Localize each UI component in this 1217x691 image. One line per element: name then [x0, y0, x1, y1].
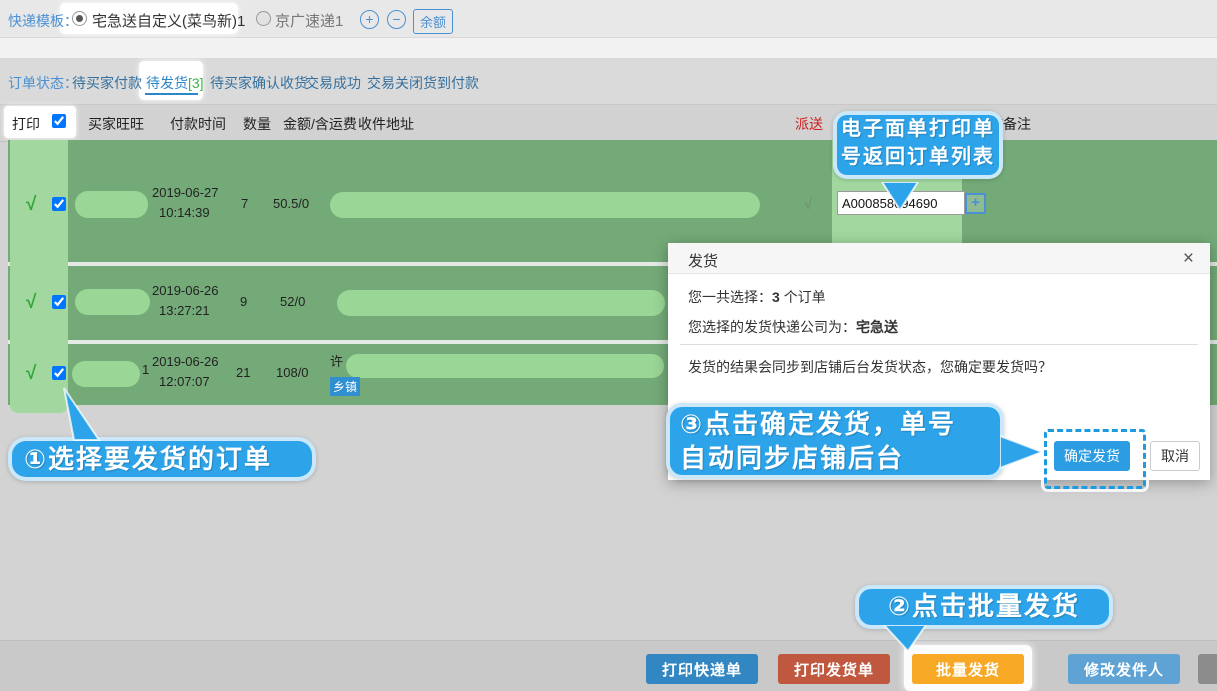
active-tab-underline [145, 93, 198, 95]
add-tracking-icon[interactable]: + [965, 193, 986, 214]
header-print: 打印 [12, 114, 40, 134]
quantity: 7 [241, 196, 248, 211]
cancel-button[interactable]: 取消 [1150, 441, 1200, 471]
courier-label: 您选择的发货快递公司为： [688, 319, 856, 335]
tab-count-badge: [3] [188, 75, 204, 91]
quantity: 9 [240, 294, 247, 309]
tab-awaiting-confirm[interactable]: 待买家确认收货 [210, 73, 308, 93]
address-prefix: 许 [330, 351, 343, 370]
header-qty: 数量 [243, 114, 271, 134]
header-address: 收件地址 [358, 114, 414, 134]
tab-awaiting-shipment[interactable]: 待发货[3] [146, 73, 204, 93]
courier-value: 宅急送 [856, 319, 898, 335]
dispatch-check-icon: √ [804, 196, 812, 213]
pay-time: 13:27:21 [159, 303, 210, 318]
callout-step2-text: ②点击批量发货 [859, 589, 1109, 624]
dialog-courier-line: 您选择的发货快递公司为：宅急送 [688, 317, 898, 337]
row-checkbox[interactable] [52, 295, 66, 309]
add-template-icon[interactable]: + [360, 10, 379, 29]
callout-step3-bubble: ③点击确定发货，单号 自动同步店铺后台 [666, 403, 1004, 479]
row-printed-check-icon: √ [26, 194, 36, 216]
tab-cod[interactable]: 货到付款 [423, 73, 479, 93]
dialog-title: 发货 [688, 250, 718, 271]
tab-trade-closed[interactable]: 交易关闭 [367, 73, 423, 93]
batch-ship-button[interactable]: 批量发货 [912, 654, 1024, 684]
header-amount: 金额/含运费 [283, 114, 357, 134]
callout-tracking-bubble: 电子面单打印单 号返回订单列表 [833, 111, 1003, 179]
selected-count-value: 3 [772, 289, 780, 305]
row-printed-check-icon: √ [26, 363, 36, 385]
pay-date: 2019-06-26 [152, 283, 219, 298]
template-option1-label[interactable]: 宅急送自定义(菜鸟新)1 [92, 10, 245, 31]
amount: 52/0 [280, 294, 305, 309]
row-checkbox[interactable] [52, 197, 66, 211]
select-all-checkbox[interactable] [52, 114, 66, 128]
redacted-address-pill [337, 290, 665, 316]
close-icon[interactable]: × [1183, 249, 1194, 268]
template-radio-2[interactable] [256, 11, 271, 26]
redacted-buyer-pill [72, 361, 140, 387]
tab-awaiting-shipment-label: 待发货 [146, 75, 188, 91]
template-radio-1[interactable] [72, 11, 87, 26]
buyer-name-suffix: 1 [142, 362, 149, 377]
tab-trade-success[interactable]: 交易成功 [305, 73, 361, 93]
print-shiplist-button[interactable]: 打印发货单 [778, 654, 890, 684]
radio-selected-dot [76, 15, 83, 22]
redacted-buyer-pill [75, 289, 150, 315]
callout-step3-text-2: 自动同步店铺后台 [670, 442, 1000, 474]
edit-sender-button[interactable]: 修改发件人 [1068, 654, 1180, 684]
pay-date: 2019-06-26 [152, 354, 219, 369]
cutoff-button[interactable] [1198, 654, 1217, 684]
print-express-button[interactable]: 打印快递单 [646, 654, 758, 684]
row-checkbox[interactable] [52, 366, 66, 380]
redacted-buyer-pill [75, 191, 148, 218]
row-printed-check-icon: √ [26, 292, 36, 314]
callout-step3-text-1: ③点击确定发货，单号 [670, 407, 1000, 442]
dialog-message: 发货的结果会同步到店铺后台发货状态，您确定要发货吗？ [688, 357, 1052, 377]
redacted-address-pill [346, 354, 664, 378]
amount: 50.5/0 [273, 196, 309, 211]
selected-count-suffix: 个订单 [784, 289, 826, 305]
template-option2-label[interactable]: 京广速递1 [275, 10, 343, 31]
callout-tracking-text-1: 电子面单打印单 [837, 115, 999, 144]
callout-tracking-text-2: 号返回订单列表 [837, 144, 999, 170]
divider-strip [0, 38, 1217, 58]
pay-date: 2019-06-27 [152, 185, 219, 200]
dialog-divider [680, 344, 1198, 345]
township-badge: 乡镇 [330, 377, 360, 396]
callout-step2-pointer [882, 625, 930, 653]
balance-button[interactable]: 余额 [413, 9, 453, 34]
pay-time: 10:14:39 [159, 205, 210, 220]
dialog-selected-line: 您一共选择：3 个订单 [688, 287, 826, 307]
header-pay-time: 付款时间 [170, 114, 226, 134]
callout-step1-text: ①选择要发货的订单 [12, 441, 312, 477]
dialog-titlebar [668, 243, 1210, 274]
callout-step2-bubble: ②点击批量发货 [855, 585, 1113, 629]
template-bar-label: 快递模板： [8, 11, 78, 31]
footer-bar [0, 640, 1217, 691]
callout-step1-pointer [52, 386, 102, 442]
amount: 108/0 [276, 365, 309, 380]
callout-tracking-pointer [876, 182, 924, 212]
header-dispatch: 派送 [795, 114, 823, 134]
callout-step3-pointer [1000, 434, 1046, 472]
remove-template-icon[interactable]: − [387, 10, 406, 29]
page: 快递模板： 宅急送自定义(菜鸟新)1 京广速递1 + − 余额 订单状态： 待买… [0, 0, 1217, 691]
header-buyer: 买家旺旺 [88, 114, 144, 134]
order-status-label: 订单状态： [8, 73, 78, 93]
pay-time: 12:07:07 [159, 374, 210, 389]
selected-count-label: 您一共选择： [688, 289, 772, 305]
quantity: 21 [236, 365, 250, 380]
callout-step1-bubble: ①选择要发货的订单 [8, 437, 316, 481]
confirm-button-highlight [1044, 429, 1146, 489]
redacted-address-pill [330, 192, 760, 218]
tab-awaiting-payment[interactable]: 待买家付款 [72, 73, 142, 93]
